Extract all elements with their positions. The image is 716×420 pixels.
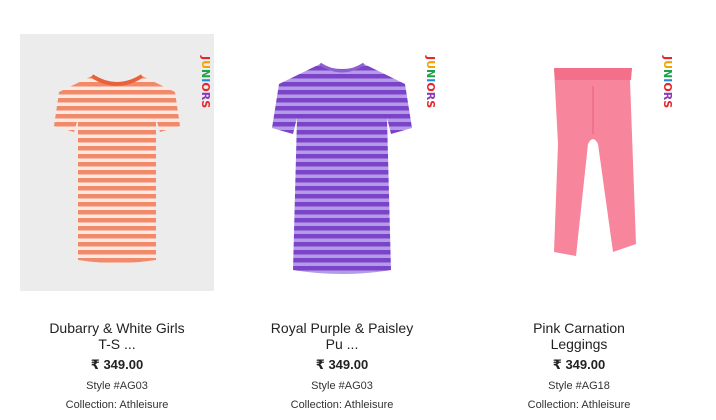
product-style: Style #AG18 (548, 380, 610, 392)
product-collection: Collection: Athleisure (290, 399, 394, 411)
product-style: Style #AG03 (86, 380, 148, 392)
product-card[interactable]: JUNIORS Dubarry & White Girls T-S ... ₹ … (20, 34, 214, 411)
product-title[interactable]: Royal Purple & Paisley Pu ... (245, 320, 439, 352)
product-image[interactable]: JUNIORS (482, 34, 676, 291)
product-collection: Collection: Athleisure (65, 399, 169, 411)
tshirt-image (272, 62, 412, 274)
leggings-image (554, 68, 636, 256)
tshirt-image (54, 74, 180, 263)
product-card[interactable]: JUNIORS Royal Purple & Paisley Pu ... ₹ … (245, 34, 439, 411)
product-style: Style #AG03 (311, 380, 373, 392)
product-card[interactable]: JUNIORS Pink Carnation Leggings ₹ 349.00… (482, 34, 676, 411)
juniors-logo: JUNIORS (661, 56, 674, 109)
product-title[interactable]: Pink Carnation Leggings (482, 320, 676, 352)
product-title[interactable]: Dubarry & White Girls T-S ... (20, 320, 214, 352)
product-price: ₹ 349.00 (315, 357, 369, 372)
product-image[interactable]: JUNIORS (20, 34, 214, 291)
product-price: ₹ 349.00 (552, 357, 606, 372)
juniors-logo: JUNIORS (424, 56, 437, 109)
product-collection: Collection: Athleisure (527, 399, 631, 411)
product-image[interactable]: JUNIORS (245, 34, 439, 291)
juniors-logo: JUNIORS (199, 56, 212, 109)
product-price: ₹ 349.00 (90, 357, 144, 372)
